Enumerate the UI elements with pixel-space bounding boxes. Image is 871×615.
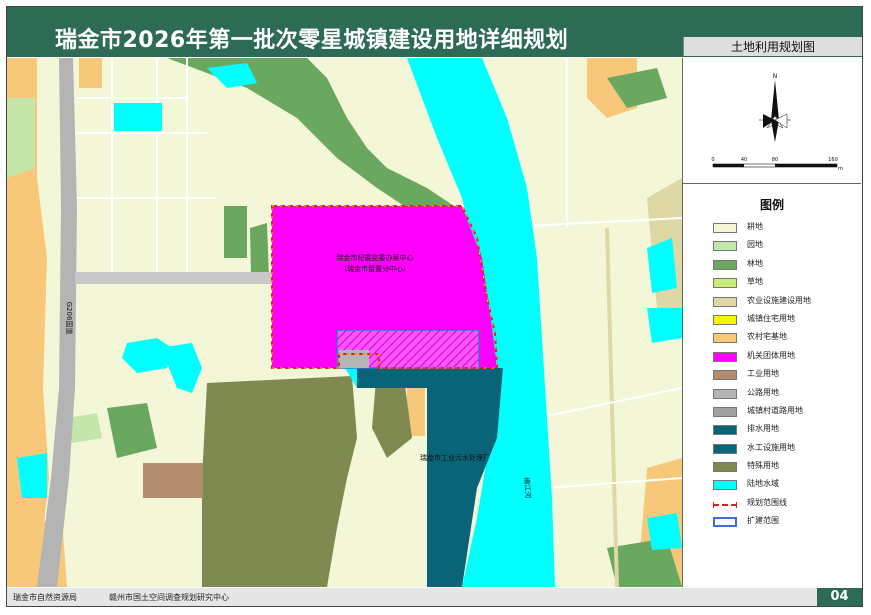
legend-label: 机关团体用地: [747, 350, 795, 360]
forest-patch-2: [250, 223, 269, 278]
forest-patch-1: [224, 206, 247, 258]
legend-label: 园地: [747, 240, 763, 250]
legend-swatch: [713, 370, 737, 381]
legend-swatch: [713, 517, 737, 528]
north-label: N: [773, 73, 778, 80]
map-subtitle: 土地利用规划图: [730, 40, 815, 54]
legend-swatch: [713, 314, 737, 325]
legend-swatch: [713, 406, 737, 417]
legend-label: 扩建范围: [747, 516, 779, 526]
scale-tick-80: 80: [772, 157, 778, 163]
legend-label: 水工设施用地: [747, 442, 795, 452]
legend-label: 工业用地: [747, 369, 779, 379]
footer-org-1: 瑞金市自然资源局: [13, 593, 77, 602]
legend-swatch: [713, 296, 737, 307]
legend-label: 排水用地: [747, 424, 779, 434]
garden-west: [7, 98, 35, 178]
legend-label: 草地: [747, 277, 763, 287]
map-title: 瑞金市2026年第一批次零星城镇建设用地详细规划: [55, 28, 569, 53]
legend-swatch: [713, 333, 737, 344]
pond-6: [647, 308, 682, 343]
river-label: 绵江河: [522, 477, 533, 499]
legend-label: 农村宅基地: [747, 332, 787, 342]
legend-swatch: [713, 425, 737, 436]
map-canvas: 瑞金市纪委监委办案中心 (瑞金市留置分中心) 瑞金市工业污水处理厂 绵江河 G2…: [7, 58, 682, 587]
rural-residential-plot: [79, 58, 102, 88]
legend-label: 城镇住宅用地: [747, 313, 795, 323]
legend-label: 城镇村道路用地: [747, 405, 803, 415]
legend-label: 公路用地: [747, 387, 779, 397]
site-label-2: (瑞金市留置分中心): [344, 264, 406, 273]
legend-swatch: [713, 443, 737, 454]
footer-org-2: 赣州市国土空间调查规划研究中心: [109, 593, 229, 602]
legend-swatch: [713, 223, 737, 233]
pond-1: [114, 103, 162, 131]
road-east-west: [75, 272, 275, 284]
legend-label: 林地: [747, 258, 763, 268]
subtitle-box: 土地利用规划图: [683, 37, 862, 56]
footer: 瑞金市自然资源局 赣州市国土空间调查规划研究中心: [7, 588, 862, 606]
road-label: G206国道: [65, 302, 74, 335]
pond-5: [647, 238, 677, 293]
page-number: 04: [817, 588, 862, 606]
scale-tick-160: 160: [828, 157, 838, 163]
compass-icon: N 0 40 80 160 m: [711, 73, 843, 172]
scale-unit: m: [838, 166, 843, 172]
legend-label: 特殊用地: [747, 461, 779, 471]
legend-swatch: [713, 278, 737, 289]
legend-swatch: [713, 462, 737, 473]
legend-label: 规划范围线: [747, 497, 787, 507]
legend-swatch: [713, 480, 737, 491]
scale-tick-40: 40: [741, 157, 747, 163]
legend-label: 耕地: [747, 222, 763, 231]
legend-swatch: [713, 259, 737, 270]
compass-scale-box: N 0 40 80 160 m: [683, 58, 861, 184]
legend-swatch: [713, 351, 737, 362]
legend-panel: N 0 40 80 160 m 图例 耕地园地林地草地农业设施建设用地 城镇住宅用…: [683, 58, 861, 587]
industrial-land: [143, 463, 203, 498]
legend-title: 图例: [759, 198, 784, 212]
pond-4: [17, 453, 47, 498]
road-plot: [339, 350, 369, 368]
legend-label: 农业设施建设用地: [747, 295, 811, 305]
legend-swatch: [713, 388, 737, 399]
site-label-1: 瑞金市纪委监委办案中心: [337, 253, 414, 262]
legend-swatch: [713, 241, 737, 252]
scale-tick-0: 0: [711, 157, 714, 163]
legend-label: 陆地水域: [747, 479, 779, 489]
legend-swatch: [713, 501, 737, 508]
land-use-map[interactable]: 瑞金市纪委监委办案中心 (瑞金市留置分中心) 瑞金市工业污水处理厂 绵江河 G2…: [7, 58, 683, 587]
pond-7: [647, 513, 682, 550]
plant-label: 瑞金市工业污水处理厂: [420, 453, 490, 462]
